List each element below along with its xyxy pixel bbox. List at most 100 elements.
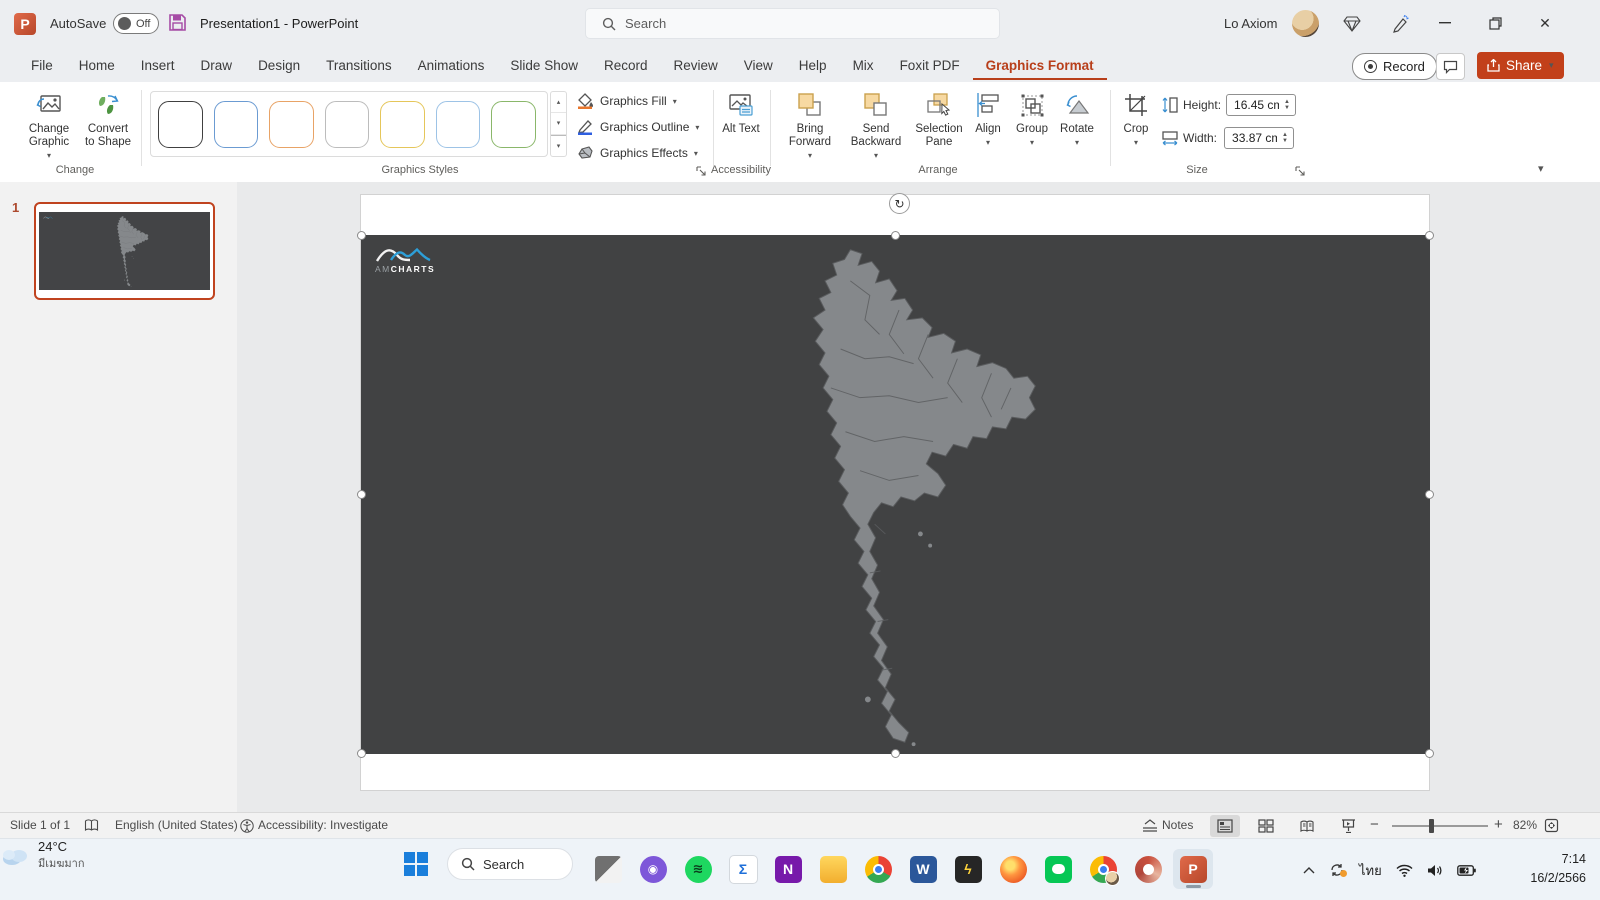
resize-handle-bottom-right[interactable] — [1425, 749, 1434, 758]
style-swatch-light-blue[interactable] — [435, 100, 481, 148]
account-name[interactable]: Lo Axiom — [1224, 16, 1277, 31]
battery-icon[interactable] — [1456, 864, 1476, 876]
selected-graphic[interactable]: AMCHARTS ↻ — [357, 193, 1434, 758]
gallery-scroll-up[interactable]: ▴ — [551, 92, 566, 114]
taskbar-search[interactable]: Search — [447, 848, 573, 880]
taskbar-app-firefox[interactable] — [993, 849, 1033, 889]
resize-handle-top-right[interactable] — [1425, 231, 1434, 240]
style-swatch-blue[interactable] — [213, 100, 259, 148]
graphics-effects-button[interactable]: Graphics Effects ▾ — [576, 142, 698, 164]
change-graphic-button[interactable]: Change Graphic ▾ — [18, 90, 80, 162]
tab-draw[interactable]: Draw — [188, 51, 246, 80]
tab-foxit-pdf[interactable]: Foxit PDF — [887, 51, 973, 80]
tab-design[interactable]: Design — [245, 51, 313, 80]
notes-button[interactable]: Notes — [1162, 818, 1193, 832]
tab-transitions[interactable]: Transitions — [313, 51, 405, 80]
taskbar-app-powerpoint[interactable]: P — [1173, 849, 1213, 889]
taskbar-app-ring[interactable] — [1128, 849, 1168, 889]
restore-button[interactable] — [1480, 10, 1510, 36]
clock-widget[interactable]: 7:14 16/2/2566 — [1498, 850, 1586, 888]
zoom-in-button[interactable]: + — [1494, 816, 1503, 833]
fit-window-icon[interactable] — [1544, 818, 1559, 833]
resize-handle-bottom-center[interactable] — [891, 749, 900, 758]
taskbar-app-onenote[interactable]: N — [768, 849, 808, 889]
taskbar-app-zap[interactable]: ϟ — [948, 849, 988, 889]
slide-thumbnail[interactable] — [34, 202, 215, 300]
wifi-icon[interactable] — [1396, 864, 1413, 877]
tab-home[interactable]: Home — [66, 51, 128, 80]
style-swatch-gray[interactable] — [324, 100, 370, 148]
resize-handle-top-center[interactable] — [891, 231, 900, 240]
minimize-button[interactable] — [1430, 10, 1460, 36]
zoom-out-button[interactable]: − — [1370, 816, 1379, 833]
search-input[interactable]: Search — [585, 8, 1000, 39]
size-dialog-launcher[interactable] — [1295, 166, 1307, 178]
view-slide-sorter-button[interactable] — [1251, 815, 1281, 837]
view-reading-button[interactable] — [1292, 815, 1322, 837]
comments-button[interactable] — [1436, 53, 1465, 80]
tab-animations[interactable]: Animations — [405, 51, 498, 80]
convert-to-shape-button[interactable]: Convert to Shape — [82, 90, 134, 149]
taskbar-app-chrome[interactable] — [858, 849, 898, 889]
taskbar-app-photos[interactable] — [588, 849, 628, 889]
tab-record[interactable]: Record — [591, 51, 661, 80]
share-button[interactable]: Share ▾ — [1477, 52, 1564, 79]
taskbar-app-chrome-profile[interactable] — [1083, 849, 1123, 889]
taskbar-app-line[interactable] — [1038, 849, 1078, 889]
tab-insert[interactable]: Insert — [128, 51, 188, 80]
selection-pane-button[interactable]: Selection Pane — [910, 90, 968, 149]
start-button[interactable] — [403, 851, 429, 877]
group-button[interactable]: Group ▾ — [1010, 90, 1054, 149]
tab-review[interactable]: Review — [661, 51, 731, 80]
speaker-icon[interactable] — [1427, 864, 1443, 877]
view-slideshow-button[interactable] — [1333, 815, 1363, 837]
zoom-slider-thumb[interactable] — [1429, 819, 1434, 833]
save-icon[interactable] — [168, 13, 187, 32]
resize-handle-top-left[interactable] — [357, 231, 366, 240]
taskbar-app-file-explorer[interactable] — [813, 849, 853, 889]
tray-chevron-up-icon[interactable] — [1303, 866, 1315, 874]
taskbar-app-sigma[interactable]: Σ — [723, 849, 763, 889]
resize-handle-middle-left[interactable] — [357, 490, 366, 499]
designer-icon[interactable] — [1340, 12, 1364, 36]
taskbar-app-spotify[interactable]: ≋ — [678, 849, 718, 889]
resize-handle-middle-right[interactable] — [1425, 490, 1434, 499]
style-swatch-dark[interactable] — [158, 100, 203, 148]
crop-button[interactable]: Crop ▾ — [1116, 90, 1156, 149]
send-backward-button[interactable]: Send Backward ▾ — [845, 90, 907, 162]
close-button[interactable]: ✕ — [1530, 10, 1560, 36]
autosave-toggle[interactable]: Off — [113, 13, 159, 34]
tab-file[interactable]: File — [18, 51, 66, 80]
height-stepper[interactable]: ▲ ▼ — [1281, 99, 1293, 111]
style-swatch-yellow[interactable] — [380, 100, 425, 148]
thailand-map[interactable] — [753, 239, 1045, 751]
tray-language-indicator[interactable]: ไทย — [1359, 860, 1382, 881]
accessibility-status[interactable]: Accessibility: Investigate — [258, 818, 388, 832]
avatar[interactable] — [1292, 10, 1319, 37]
rotate-handle-icon[interactable]: ↻ — [889, 193, 910, 214]
align-button[interactable]: Align ▾ — [968, 90, 1008, 149]
tab-graphics-format[interactable]: Graphics Format — [972, 51, 1107, 80]
alt-text-button[interactable]: Alt Text — [718, 90, 764, 136]
draw-pen-icon[interactable] — [1388, 12, 1412, 36]
view-normal-button[interactable] — [1210, 815, 1240, 837]
width-stepper[interactable]: ▲ ▼ — [1279, 132, 1291, 144]
gallery-expand[interactable]: ▾ — [551, 134, 566, 156]
tab-slide-show[interactable]: Slide Show — [497, 51, 591, 80]
style-swatch-green[interactable] — [491, 100, 537, 148]
style-swatch-orange[interactable] — [269, 100, 314, 148]
graphics-outline-button[interactable]: Graphics Outline ▾ — [576, 116, 699, 138]
spellcheck-icon[interactable] — [84, 819, 99, 832]
bring-forward-button[interactable]: Bring Forward ▾ — [781, 90, 839, 162]
graphics-fill-button[interactable]: Graphics Fill ▾ — [576, 90, 677, 112]
rotate-button[interactable]: Rotate ▾ — [1054, 90, 1100, 149]
taskbar-app-word[interactable]: W — [903, 849, 943, 889]
tab-help[interactable]: Help — [786, 51, 840, 80]
zoom-percent[interactable]: 82% — [1513, 818, 1537, 832]
powerpoint-app-icon[interactable]: P — [14, 13, 36, 35]
tab-mix[interactable]: Mix — [840, 51, 887, 80]
gallery-scroll-down[interactable]: ▾ — [551, 113, 566, 135]
language-indicator[interactable]: English (United States) — [115, 818, 238, 832]
tab-view[interactable]: View — [731, 51, 786, 80]
zoom-slider-track[interactable] — [1392, 825, 1488, 827]
